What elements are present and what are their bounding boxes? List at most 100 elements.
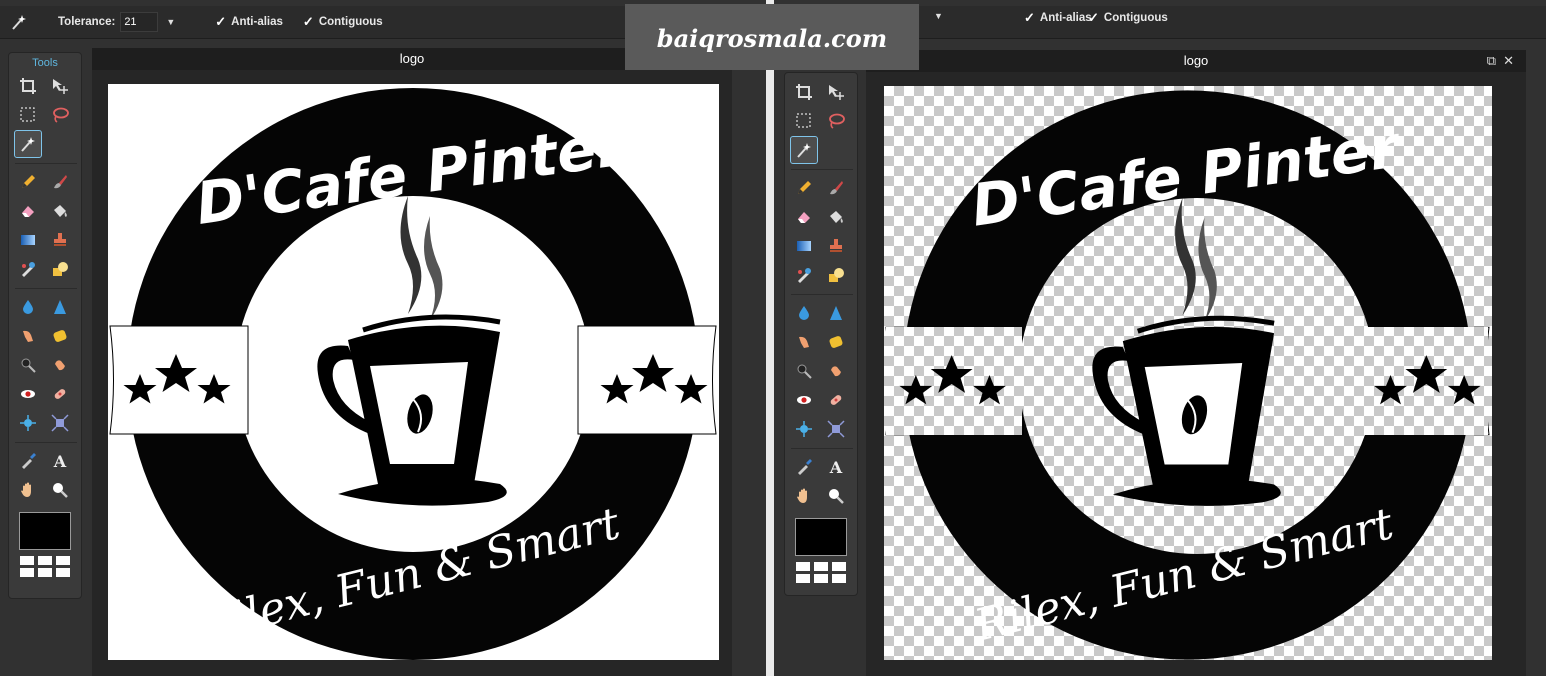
eraser-icon[interactable]	[15, 198, 41, 224]
dodge-icon[interactable]	[791, 358, 817, 384]
smudge-icon[interactable]	[15, 323, 41, 349]
pinch-icon[interactable]	[47, 410, 73, 436]
close-window-icon[interactable]: ✕	[1503, 53, 1514, 69]
magic-wand-icon[interactable]	[14, 130, 42, 158]
tools-panel-title: Tools	[32, 57, 58, 69]
move-icon[interactable]	[47, 73, 73, 99]
burn-icon[interactable]	[823, 358, 849, 384]
document-title: logo	[866, 50, 1526, 72]
sharpen-icon[interactable]	[823, 300, 849, 326]
hand-icon[interactable]	[15, 477, 41, 503]
lasso-icon[interactable]	[47, 102, 73, 128]
anti-alias-checkbox[interactable]: ✓ Anti-alias	[215, 14, 283, 30]
separator	[791, 294, 853, 295]
eraser-icon[interactable]	[791, 204, 817, 230]
spot-heal-icon[interactable]	[823, 387, 849, 413]
smudge-icon[interactable]	[791, 329, 817, 355]
view-toggle-icon[interactable]	[785, 562, 857, 583]
pinch-icon[interactable]	[823, 416, 849, 442]
zoom-icon[interactable]	[47, 477, 73, 503]
anti-alias-label: Anti-alias	[1039, 12, 1092, 24]
spot-heal-icon[interactable]	[47, 381, 73, 407]
logo-tagline: Rilex, Fun & Smart	[969, 498, 1399, 652]
restore-window-icon[interactable]: ⧉	[1487, 53, 1496, 69]
separator	[15, 442, 77, 443]
tool-grid: A	[9, 73, 81, 506]
tools-panel: A	[784, 72, 858, 596]
magic-wand-icon[interactable]	[6, 9, 32, 35]
tool-grid: A	[785, 73, 857, 512]
image-canvas[interactable]: D'Cafe Pinter Rilex, Fun & Smart	[108, 84, 719, 660]
empty-slot	[47, 131, 73, 157]
check-icon: ✓	[1024, 10, 1035, 25]
drop-icon[interactable]	[791, 300, 817, 326]
pencil-icon[interactable]	[15, 169, 41, 195]
crop-icon[interactable]	[15, 73, 41, 99]
check-icon: ✓	[1088, 10, 1099, 25]
replace-color-icon[interactable]	[791, 262, 817, 288]
gradient-icon[interactable]	[15, 227, 41, 253]
marquee-icon[interactable]	[15, 102, 41, 128]
bucket-icon[interactable]	[47, 198, 73, 224]
pencil-icon[interactable]	[791, 175, 817, 201]
contiguous-checkbox[interactable]: ✓ Contiguous	[303, 14, 383, 30]
logo-headline: D'Cafe Pinter	[967, 112, 1405, 240]
burn-icon[interactable]	[47, 352, 73, 378]
tolerance-dropdown-icon[interactable]: ▼	[166, 17, 175, 27]
type-icon[interactable]: A	[823, 454, 849, 480]
separator	[791, 169, 853, 170]
foreground-color-swatch[interactable]	[795, 518, 847, 556]
zoom-icon[interactable]	[823, 483, 849, 509]
contiguous-checkbox[interactable]: ✓ Contiguous	[1088, 10, 1168, 26]
sharpen-icon[interactable]	[47, 294, 73, 320]
drawing-icon[interactable]	[823, 262, 849, 288]
crop-icon[interactable]	[791, 79, 817, 105]
separator	[15, 288, 77, 289]
sponge-icon[interactable]	[47, 323, 73, 349]
pane-divider	[766, 0, 774, 676]
check-icon: ✓	[302, 14, 314, 29]
document-window-right[interactable]: logo ⧉ ✕ D'Cafe Pinter Rilex, Fun & Smar…	[866, 50, 1526, 676]
drop-icon[interactable]	[15, 294, 41, 320]
svg-text:A: A	[829, 458, 843, 476]
check-icon: ✓	[215, 14, 227, 29]
red-eye-icon[interactable]	[15, 381, 41, 407]
brush-icon[interactable]	[47, 169, 73, 195]
separator	[15, 163, 77, 164]
bloat-icon[interactable]	[15, 410, 41, 436]
replace-color-icon[interactable]	[15, 256, 41, 282]
sponge-icon[interactable]	[823, 329, 849, 355]
anti-alias-label: Anti-alias	[231, 16, 283, 28]
hand-icon[interactable]	[791, 483, 817, 509]
red-eye-icon[interactable]	[791, 387, 817, 413]
tools-panel: Tools A	[8, 52, 82, 599]
stamp-icon[interactable]	[47, 227, 73, 253]
gradient-icon[interactable]	[791, 233, 817, 259]
stars-left-icon	[899, 355, 1006, 405]
document-window-left[interactable]: logo D'Cafe Pinter Rilex, Fun & Smart	[92, 48, 732, 676]
contiguous-label: Contiguous	[318, 16, 383, 28]
right-pane: ▼ ✓ Anti-alias ✓ Contiguous A logo ⧉ ✕ D…	[774, 0, 1546, 676]
bloat-icon[interactable]	[791, 416, 817, 442]
type-icon[interactable]: A	[47, 448, 73, 474]
svg-text:A: A	[53, 452, 67, 470]
color-picker-icon[interactable]	[15, 448, 41, 474]
stamp-icon[interactable]	[823, 233, 849, 259]
drawing-icon[interactable]	[47, 256, 73, 282]
anti-alias-checkbox[interactable]: ✓ Anti-alias	[1024, 10, 1092, 26]
magic-wand-icon[interactable]	[790, 136, 818, 164]
logo-artwork: D'Cafe Pinter Rilex, Fun & Smart	[109, 88, 717, 660]
color-picker-icon[interactable]	[791, 454, 817, 480]
image-canvas-transparent[interactable]: D'Cafe Pinter Rilex, Fun & Smart	[884, 86, 1492, 660]
tolerance-input[interactable]	[120, 12, 159, 32]
bucket-icon[interactable]	[823, 204, 849, 230]
dodge-icon[interactable]	[15, 352, 41, 378]
contiguous-label: Contiguous	[1103, 12, 1168, 24]
move-icon[interactable]	[823, 79, 849, 105]
foreground-color-swatch[interactable]	[19, 512, 71, 550]
view-toggle-icon[interactable]	[9, 556, 81, 577]
brush-icon[interactable]	[823, 175, 849, 201]
lasso-icon[interactable]	[823, 108, 849, 134]
tolerance-dropdown-icon[interactable]: ▼	[934, 11, 943, 21]
marquee-icon[interactable]	[791, 108, 817, 134]
